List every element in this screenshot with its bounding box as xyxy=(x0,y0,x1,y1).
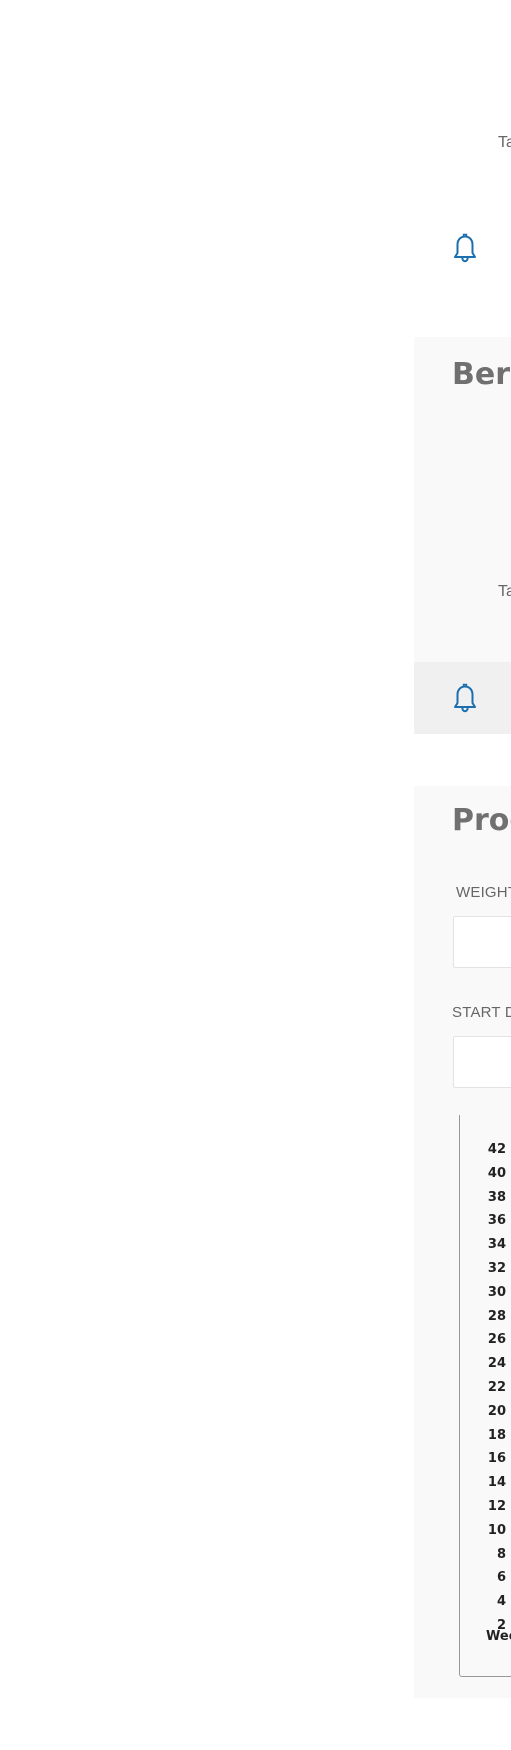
progress-chart: 42 40 38 36 34 32 30 28 26 24 22 20 18 16 14 12 10 8 6 4 2 W… xyxy=(459,1115,511,1677)
y-tick-label: 22 xyxy=(487,1380,506,1395)
profile-card-tab-label[interactable]: Ta xyxy=(498,583,511,601)
y-tick-label: 38 xyxy=(487,1189,506,1205)
start-date-label: START D xyxy=(452,1004,511,1021)
y-tick-label: 6 xyxy=(496,1570,506,1586)
start-date-input[interactable] xyxy=(453,1036,511,1088)
progress-card-title: Prog xyxy=(452,803,511,838)
y-tick-label: 14 xyxy=(487,1475,506,1491)
y-tick-label: 26 xyxy=(487,1332,506,1348)
y-tick-label: 20 xyxy=(487,1403,506,1419)
y-tick-label: 8 xyxy=(496,1546,506,1562)
bell-icon[interactable] xyxy=(447,680,483,721)
profile-card-title: Berr xyxy=(452,357,511,392)
profile-card: Berr Ta xyxy=(414,337,511,734)
y-tick-label: 42 xyxy=(487,1142,506,1157)
y-tick-label: 10 xyxy=(487,1522,506,1538)
y-tick-label: 34 xyxy=(487,1237,506,1253)
y-tick-label: 40 xyxy=(487,1165,506,1181)
y-tick-label: 28 xyxy=(487,1308,506,1324)
y-tick-label: 30 xyxy=(487,1284,506,1300)
top-tab-label[interactable]: Ta xyxy=(498,134,511,152)
y-tick-label: 32 xyxy=(487,1261,506,1276)
x-axis-label: Wee xyxy=(486,1629,511,1644)
page: Ta Berr Ta Prog WEIGHT START D xyxy=(0,0,511,1750)
profile-card-footer xyxy=(414,662,511,734)
y-tick-label: 18 xyxy=(487,1427,506,1443)
bell-icon-svg xyxy=(454,683,476,713)
bell-icon-svg xyxy=(454,233,476,263)
y-tick-label: 16 xyxy=(487,1451,506,1467)
y-tick-label: 24 xyxy=(487,1356,506,1372)
y-tick-label: 4 xyxy=(496,1594,506,1610)
weight-input[interactable] xyxy=(453,916,511,968)
weight-label: WEIGHT xyxy=(456,884,511,901)
y-tick-label: 36 xyxy=(487,1213,506,1229)
y-tick-label: 12 xyxy=(487,1499,506,1514)
bell-icon[interactable] xyxy=(447,230,483,271)
